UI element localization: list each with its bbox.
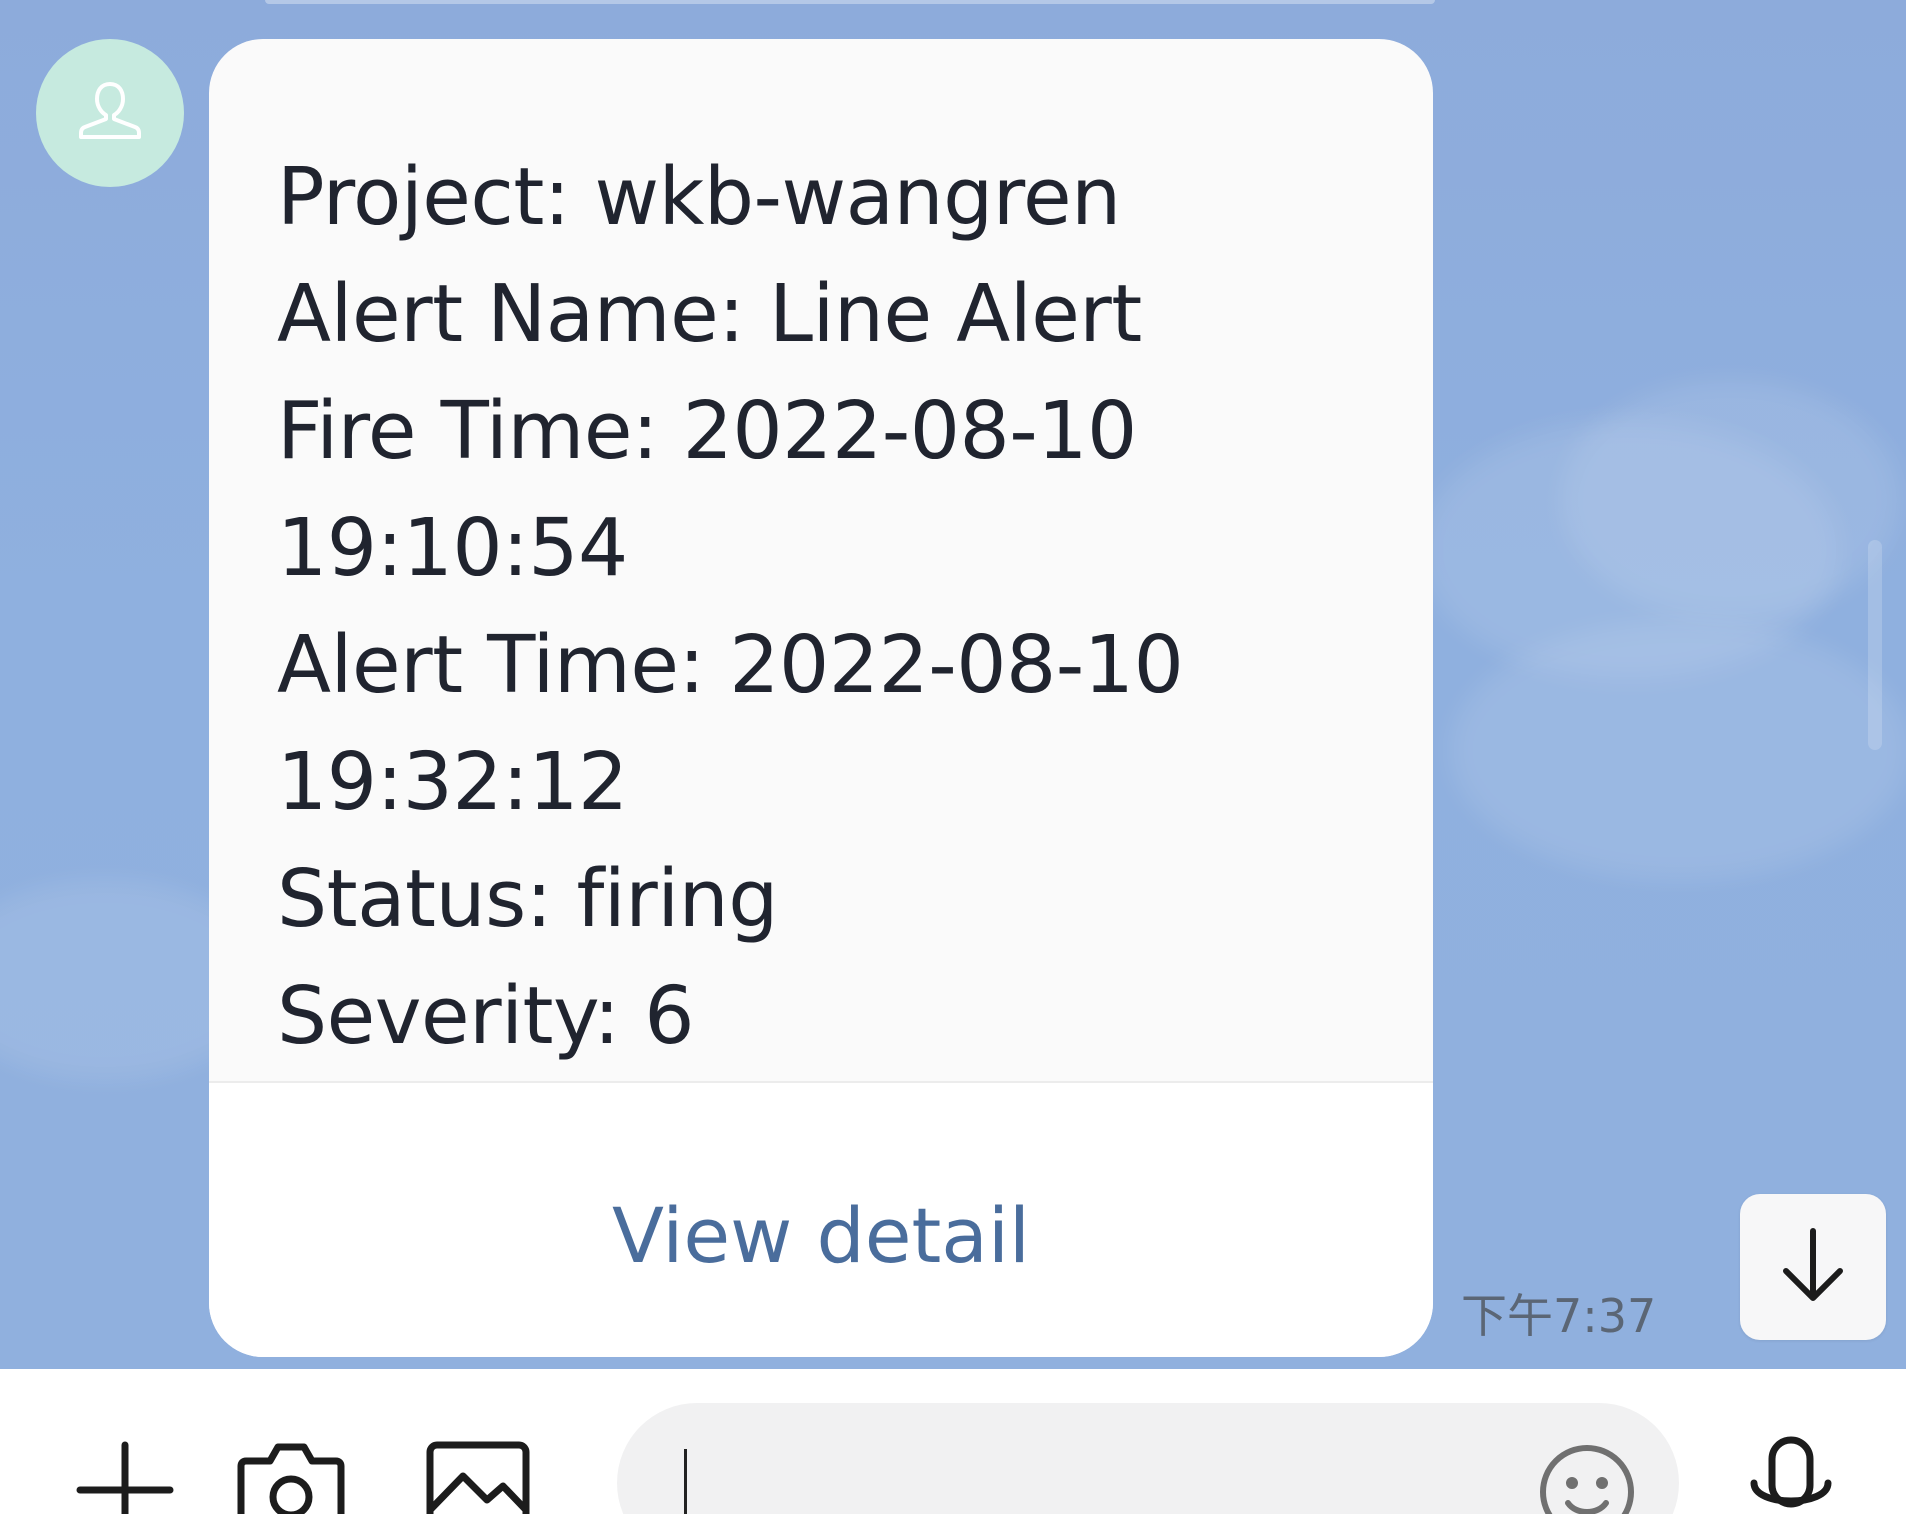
camera-icon[interactable] [236, 1439, 346, 1514]
alert-time-line: Alert Time: 2022-08-10 [277, 619, 1184, 711]
alert-message-bubble[interactable]: Project: wkb-wangren Alert Name: Line Al… [209, 39, 1433, 1357]
scrollbar[interactable] [1868, 540, 1882, 750]
fire-time-line: Fire Time: 2022-08-10 [277, 385, 1137, 477]
chat-screen: Project: wkb-wangren Alert Name: Line Al… [0, 0, 1906, 1514]
message-composer [0, 1369, 1906, 1514]
severity-line: Severity: 6 [277, 970, 695, 1062]
status-line: Status: firing [277, 853, 778, 945]
plus-icon[interactable] [76, 1441, 174, 1514]
chat-area[interactable]: Project: wkb-wangren Alert Name: Line Al… [0, 0, 1906, 1369]
avatar[interactable] [36, 39, 184, 187]
smiley-icon[interactable] [1538, 1443, 1636, 1514]
person-icon [77, 78, 143, 148]
view-detail-label: View detail [611, 1190, 1031, 1280]
project-line: Project: wkb-wangren [277, 151, 1121, 243]
previous-message-edge [265, 0, 1435, 4]
alert-time-clock-line: 19:32:12 [277, 736, 628, 828]
fire-time-clock-line: 19:10:54 [277, 502, 628, 594]
message-timestamp: 下午7:37 [1461, 1289, 1657, 1343]
message-input[interactable] [617, 1403, 1679, 1514]
view-detail-button[interactable]: View detail [209, 1083, 1433, 1357]
image-icon[interactable] [425, 1440, 531, 1514]
microphone-icon[interactable] [1746, 1435, 1836, 1514]
text-caret [684, 1449, 687, 1514]
scroll-to-bottom-button[interactable] [1740, 1194, 1886, 1340]
alert-message-body: Project: wkb-wangren Alert Name: Line Al… [277, 139, 1393, 1075]
alert-name-line: Alert Name: Line Alert [277, 268, 1142, 360]
arrow-down-icon [1778, 1225, 1848, 1309]
